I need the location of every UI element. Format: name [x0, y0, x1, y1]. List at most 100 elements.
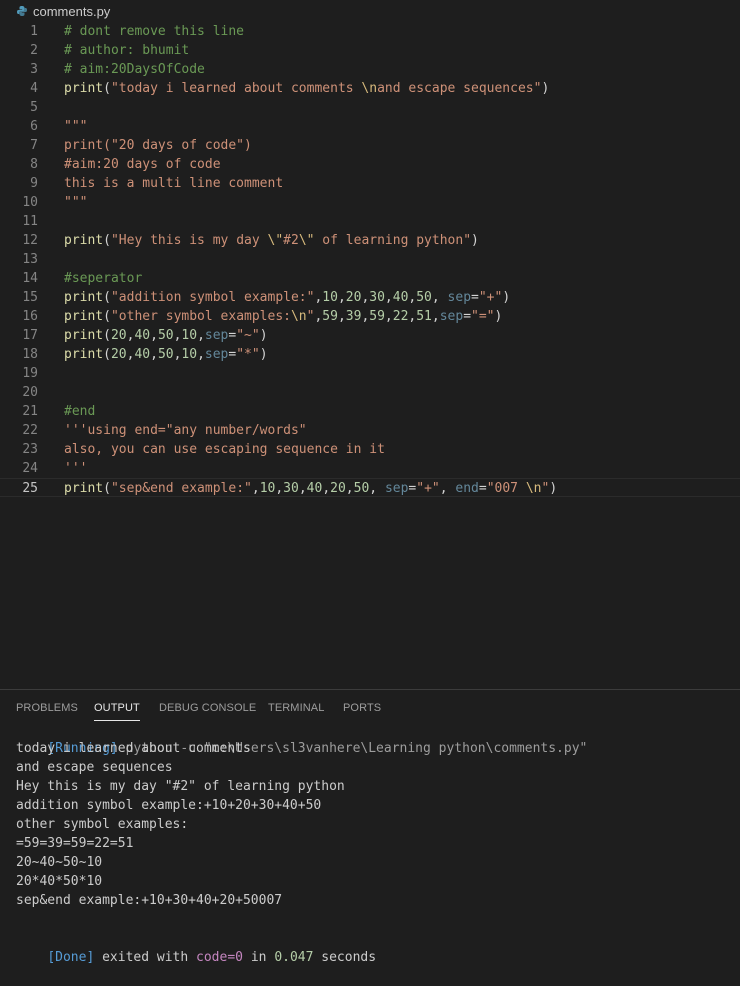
- code-line[interactable]: 17 print(20,40,50,10,sep="~"): [0, 326, 740, 345]
- code-token: 10: [181, 347, 198, 362]
- code-line[interactable]: 19: [0, 364, 740, 383]
- done-text-2: in: [243, 950, 275, 965]
- line-number: 1: [30, 24, 38, 39]
- code-line[interactable]: 3 # aim:20DaysOfCode: [0, 60, 740, 79]
- code-editor[interactable]: 1 # dont remove this line 2 # author: bhumi…: [0, 22, 740, 689]
- code-token: #aim:20 days of code: [64, 157, 221, 172]
- code-token: print: [64, 233, 104, 248]
- code-line[interactable]: 22 '''using end="any number/words": [0, 421, 740, 440]
- line-number: 18: [22, 347, 38, 362]
- code-token: "addition symbol example:": [110, 290, 315, 305]
- code-line[interactable]: 11: [0, 212, 740, 231]
- line-number: 23: [22, 442, 38, 457]
- breadcrumb[interactable]: comments.py: [0, 0, 740, 22]
- code-token: ,: [197, 347, 205, 362]
- code-line[interactable]: 6 """: [0, 117, 740, 136]
- tab-debug-console[interactable]: DEBUG CONSOLE: [159, 702, 256, 714]
- code-token: ''': [64, 461, 88, 476]
- code-token: 50: [157, 347, 174, 362]
- line-code: # dont remove this line: [64, 22, 244, 41]
- code-token: ,: [431, 309, 440, 324]
- code-line[interactable]: 5: [0, 98, 740, 117]
- line-number: 25: [22, 481, 38, 496]
- line-code: #aim:20 days of code: [64, 155, 221, 174]
- code-token: # aim:20DaysOfCode: [64, 62, 205, 77]
- code-token: ,: [337, 290, 346, 305]
- tab-ports[interactable]: PORTS: [343, 702, 381, 714]
- code-token: ,: [431, 290, 448, 305]
- code-token: of learning python": [314, 233, 472, 248]
- code-token: 22: [392, 309, 409, 324]
- code-token: ,: [384, 290, 393, 305]
- code-line[interactable]: 12 print("Hey this is my day \"#2\" of le…: [0, 231, 740, 250]
- code-line[interactable]: 7 print("20 days of code"): [0, 136, 740, 155]
- output-line: addition symbol example:+10+20+30+40+50: [16, 798, 322, 813]
- code-line[interactable]: 20: [0, 383, 740, 402]
- code-token: 10: [259, 481, 276, 496]
- code-line[interactable]: 4 print("today i learned about comments \…: [0, 79, 740, 98]
- line-number: 20: [22, 385, 38, 400]
- line-number: 5: [30, 100, 38, 115]
- code-token: ): [549, 481, 558, 496]
- code-token: print: [64, 347, 104, 362]
- code-line[interactable]: 8 #aim:20 days of code: [0, 155, 740, 174]
- code-token: print: [64, 481, 104, 496]
- code-token: print: [64, 328, 104, 343]
- code-token: # author: bhumit: [64, 43, 190, 58]
- output-line: 20*40*50*10: [16, 874, 103, 889]
- done-text-1: exited with: [94, 950, 197, 965]
- code-token: ,: [337, 309, 346, 324]
- tab-problems[interactable]: PROBLEMS: [16, 702, 78, 714]
- code-token: (: [103, 81, 111, 96]
- code-token: "*": [236, 347, 260, 362]
- code-token: \": [298, 233, 315, 248]
- code-line[interactable]: 25 print("sep&end example:",10,30,40,20,5…: [0, 478, 740, 497]
- code-line[interactable]: 18 print(20,40,50,10,sep="*"): [0, 345, 740, 364]
- code-token: 20: [110, 347, 127, 362]
- code-token: ): [502, 290, 511, 305]
- line-number: 2: [30, 43, 38, 58]
- code-token: and escape sequences": [377, 81, 542, 96]
- code-token: sep: [384, 481, 409, 496]
- code-line[interactable]: 1 # dont remove this line: [0, 22, 740, 41]
- code-line[interactable]: 21 #end: [0, 402, 740, 421]
- code-token: """: [64, 195, 88, 210]
- code-token: 59: [322, 309, 338, 324]
- line-number: 21: [22, 404, 38, 419]
- code-token: (: [103, 290, 111, 305]
- code-line[interactable]: 9 this is a multi line comment: [0, 174, 740, 193]
- code-line[interactable]: 13: [0, 250, 740, 269]
- code-line[interactable]: 10 """: [0, 193, 740, 212]
- code-token: \": [267, 233, 284, 248]
- code-line[interactable]: 15 print("addition symbol example:",10,20…: [0, 288, 740, 307]
- code-token: 20: [110, 328, 127, 343]
- code-token: ,: [197, 328, 205, 343]
- output-panel[interactable]: [Running] python -u "c:\Users\sl3vanhere…: [0, 720, 740, 965]
- code-token: #seperator: [64, 271, 143, 286]
- code-token: "~": [236, 328, 260, 343]
- code-line[interactable]: 2 # author: bhumit: [0, 41, 740, 60]
- code-line[interactable]: 14 #seperator: [0, 269, 740, 288]
- code-line[interactable]: 23 also, you can use escaping sequence in…: [0, 440, 740, 459]
- code-line[interactable]: 24 ''': [0, 459, 740, 478]
- code-token: sep: [439, 309, 464, 324]
- output-line: sep&end example:+10+30+40+20+50007: [16, 893, 283, 908]
- code-token: ,: [345, 481, 354, 496]
- line-code: this is a multi line comment: [64, 174, 283, 193]
- code-token: ): [259, 347, 268, 362]
- line-code: print(20,40,50,10,sep="*"): [64, 345, 268, 364]
- code-token: (: [103, 233, 111, 248]
- code-token: (: [103, 328, 111, 343]
- tab-output[interactable]: OUTPUT: [94, 702, 140, 721]
- code-token: # dont remove this line: [64, 24, 245, 39]
- code-token: "+": [416, 481, 440, 496]
- code-token: =: [478, 481, 487, 496]
- code-token: ,: [439, 481, 456, 496]
- code-token: 50: [353, 481, 370, 496]
- code-token: (: [103, 347, 111, 362]
- line-number: 4: [30, 81, 38, 96]
- code-token: =: [471, 290, 479, 305]
- breadcrumb-filename[interactable]: comments.py: [33, 4, 110, 19]
- tab-terminal[interactable]: TERMINAL: [268, 702, 324, 714]
- code-line[interactable]: 16 print("other symbol examples:\n",59,39…: [0, 307, 740, 326]
